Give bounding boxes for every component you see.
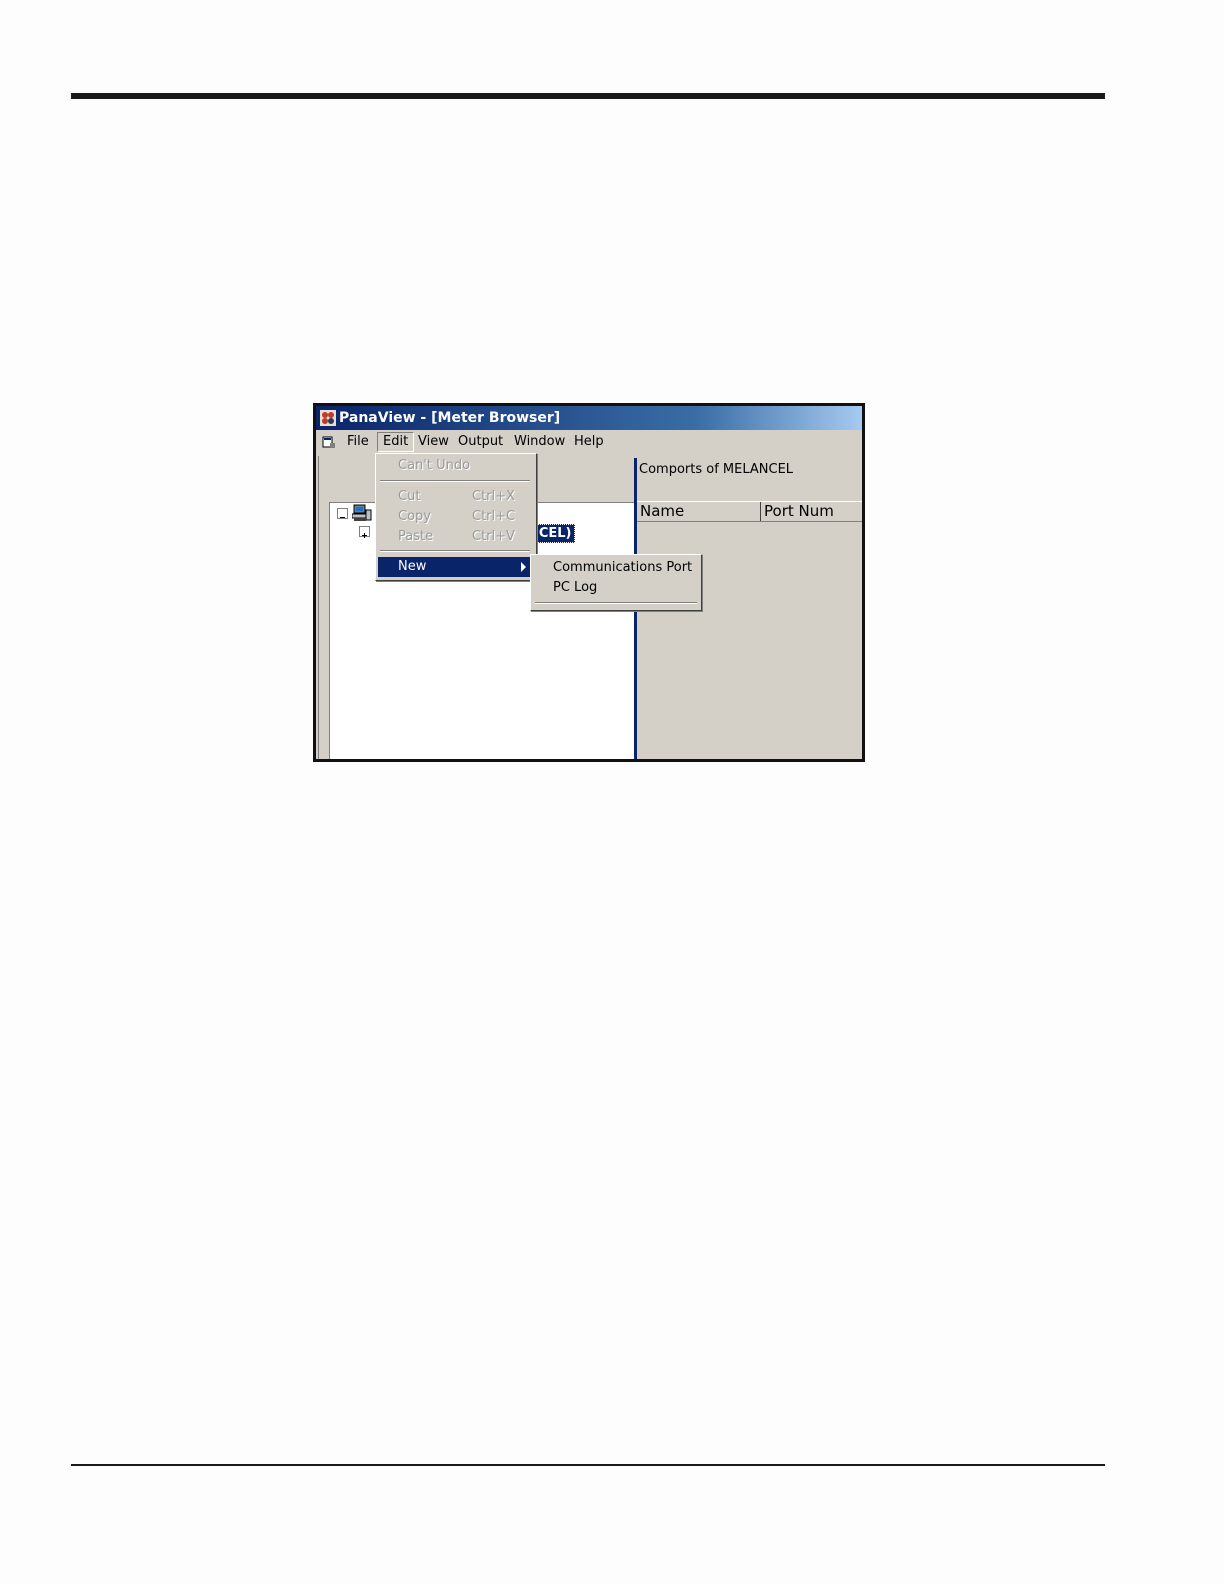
column-divider[interactable] (760, 502, 761, 521)
menu-window[interactable]: Window (509, 433, 570, 451)
menu-separator (380, 550, 530, 552)
cut-shortcut: Ctrl+X (472, 489, 515, 504)
list-header: Name Port Num (637, 501, 862, 522)
copy-label: Copy (398, 509, 431, 524)
pc-log-label: PC Log (553, 580, 598, 595)
menu-separator (380, 480, 530, 482)
menu-undo[interactable]: Can't Undo (378, 456, 532, 476)
menu-copy[interactable]: Copy Ctrl+C (378, 507, 532, 527)
menu-edit[interactable]: Edit (377, 432, 415, 452)
panaview-window: PanaView - [Meter Browser] File Edit Vie… (313, 403, 865, 762)
column-port-num[interactable]: Port Num (764, 502, 834, 521)
menu-file[interactable]: File (342, 433, 374, 451)
menu-pc-log[interactable]: PC Log (533, 578, 697, 598)
menu-new[interactable]: New (378, 557, 532, 577)
column-name[interactable]: Name (640, 502, 684, 521)
title-bar[interactable]: PanaView - [Meter Browser] (316, 406, 862, 430)
menu-view[interactable]: View (413, 433, 454, 451)
menu-cut[interactable]: Cut Ctrl+X (378, 487, 532, 507)
window-title: PanaView - [Meter Browser] (339, 410, 561, 426)
expand-icon[interactable] (359, 526, 370, 538)
menu-output[interactable]: Output (453, 433, 508, 451)
edit-menu-dropdown: Can't Undo Cut Ctrl+X Copy Ctrl+C Paste … (375, 453, 537, 581)
menu-help[interactable]: Help (569, 433, 609, 451)
copy-shortcut: Ctrl+C (472, 509, 516, 524)
page-footer-rule (71, 1464, 1105, 1466)
paste-shortcut: Ctrl+V (472, 529, 515, 544)
undo-label: Can't Undo (398, 458, 471, 473)
page-header-rule (71, 93, 1105, 99)
document-icon[interactable] (322, 435, 336, 449)
cut-label: Cut (398, 489, 421, 504)
collapse-icon[interactable] (337, 508, 348, 519)
menu-bar: File Edit View Output Window Help (316, 430, 862, 454)
communications-port-label: Communications Port (553, 560, 693, 575)
computer-icon (352, 504, 372, 521)
menu-separator (535, 602, 697, 604)
menu-communications-port[interactable]: Communications Port (533, 558, 697, 578)
menu-paste[interactable]: Paste Ctrl+V (378, 527, 532, 547)
panaview-app-icon (320, 410, 336, 426)
submenu-arrow-icon (521, 562, 526, 572)
comports-title: Comports of MELANCEL (639, 462, 794, 477)
paste-label: Paste (398, 529, 434, 544)
new-submenu: Communications Port PC Log (530, 554, 702, 611)
new-label: New (398, 559, 427, 574)
